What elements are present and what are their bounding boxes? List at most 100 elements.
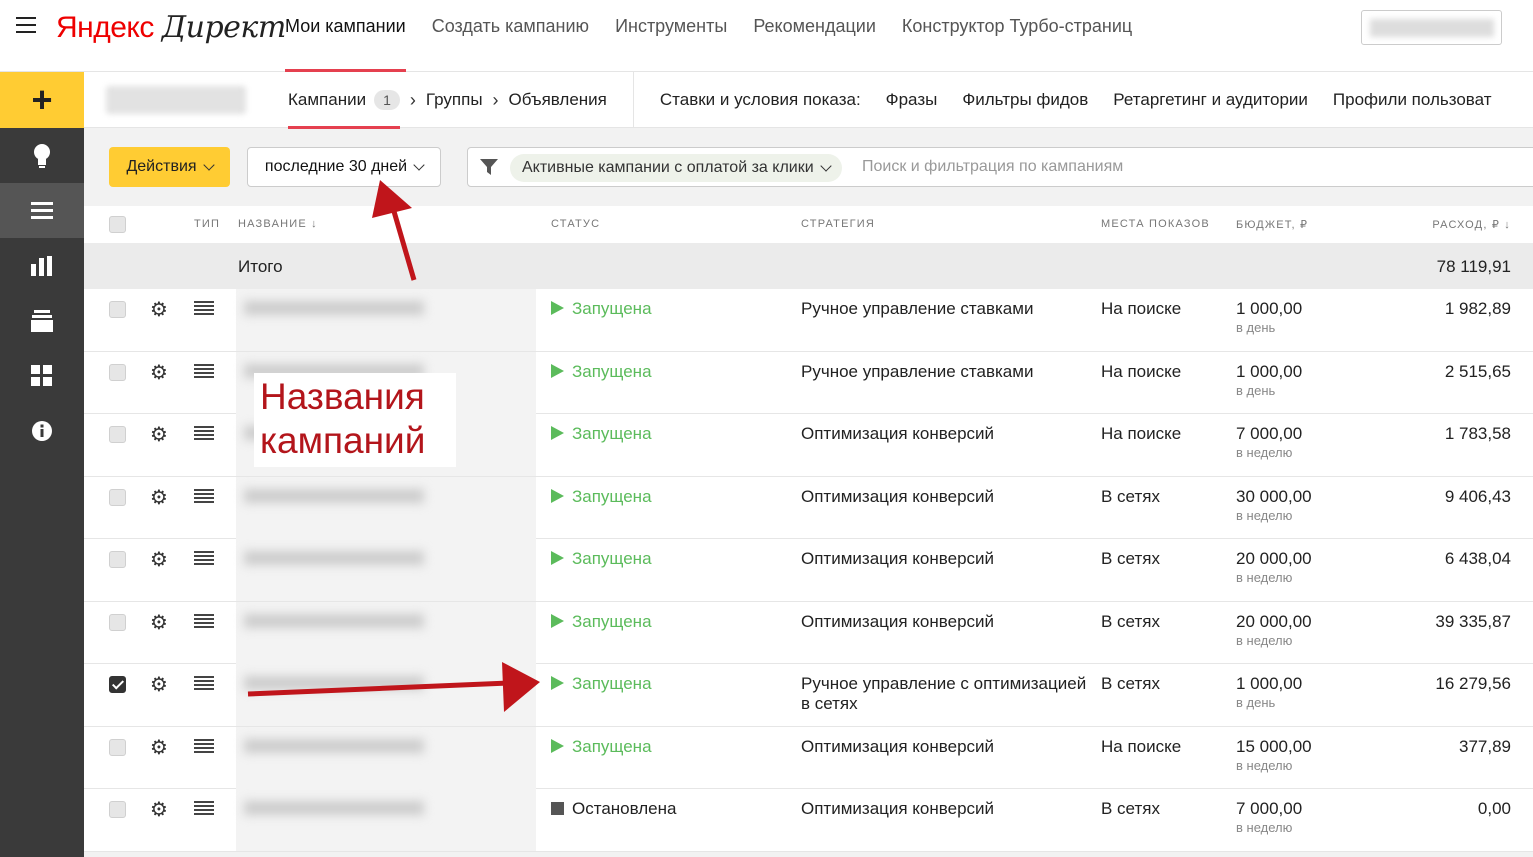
gear-icon[interactable]: ⚙ [150, 675, 168, 695]
text-campaign-icon [194, 426, 214, 442]
tab-user-profiles[interactable]: Профили пользоват [1333, 90, 1492, 110]
filter-chip[interactable]: Активные кампании с оплатой за клики [510, 154, 842, 182]
budget-cell[interactable]: 20 000,00 [1236, 549, 1312, 569]
strategy-cell[interactable]: Оптимизация конверсий [801, 549, 1091, 569]
status-badge[interactable]: Запущена [551, 549, 652, 569]
status-badge[interactable]: Запущена [551, 362, 652, 382]
status-badge[interactable]: Запущена [551, 737, 652, 757]
row-checkbox[interactable] [109, 488, 126, 506]
strategy-cell[interactable]: Оптимизация конверсий [801, 487, 1091, 507]
strategy-cell[interactable]: Оптимизация конверсий [801, 737, 1091, 757]
list-icon[interactable] [0, 183, 84, 238]
account-selector-blurred[interactable] [106, 86, 246, 114]
strategy-cell[interactable]: Ручное управление ставками [801, 362, 1091, 382]
nav-my-campaigns[interactable]: Мои кампании [285, 0, 406, 73]
nav-tools[interactable]: Инструменты [615, 0, 727, 72]
user-name-blurred [1370, 19, 1494, 37]
nav-recommendations[interactable]: Рекомендации [753, 0, 876, 72]
gear-icon[interactable]: ⚙ [150, 550, 168, 570]
strategy-cell[interactable]: Ручное управление с оптимизацией в сетях [801, 674, 1091, 714]
filter-box[interactable]: Активные кампании с оплатой за клики Пои… [467, 147, 1533, 187]
row-checkbox[interactable] [109, 301, 126, 318]
budget-cell[interactable]: 1 000,00 [1236, 674, 1302, 694]
budget-cell[interactable]: 15 000,00 [1236, 737, 1312, 757]
tab-phrases[interactable]: Фразы [886, 90, 938, 110]
row-checkbox[interactable] [109, 613, 126, 631]
tab-feed-filters[interactable]: Фильтры фидов [962, 90, 1088, 110]
period-select[interactable]: последние 30 дней [247, 147, 441, 187]
strategy-cell[interactable]: Оптимизация конверсий [801, 612, 1091, 632]
table-row[interactable]: ⚙ Запущена Оптимизация конверсий В сетях 20 … [84, 601, 1533, 664]
table-row[interactable]: ⚙ Остановлена Оптимизация конверсий В сетях… [84, 789, 1533, 852]
table-row[interactable]: ⚙ Запущена Оптимизация конверсий В сетях 20 … [84, 539, 1533, 602]
tab-groups[interactable]: Группы [426, 90, 483, 110]
info-icon[interactable] [0, 403, 84, 458]
budget-cell[interactable]: 1 000,00 [1236, 299, 1302, 319]
status-badge[interactable]: Запущена [551, 424, 652, 444]
row-checkbox[interactable] [109, 426, 126, 443]
gear-icon[interactable]: ⚙ [150, 300, 168, 320]
strategy-cell[interactable]: Оптимизация конверсий [801, 424, 1091, 444]
status-badge[interactable]: Запущена [551, 612, 652, 632]
search-input[interactable]: Поиск и фильтрация по кампаниям [862, 158, 1123, 176]
logo[interactable]: Яндекс Директ [56, 10, 286, 45]
row-checkbox[interactable] [109, 363, 126, 381]
stop-icon [551, 802, 564, 815]
campaign-name-blurred[interactable] [236, 539, 536, 601]
budget-cell[interactable]: 30 000,00 [1236, 487, 1312, 507]
campaign-name-blurred[interactable] [236, 726, 536, 789]
col-spend[interactable]: РАСХОД, ₽ ↓ [1432, 218, 1511, 231]
gear-icon[interactable]: ⚙ [150, 363, 168, 383]
tab-campaigns[interactable]: Кампании 1 [288, 90, 400, 129]
grid-icon[interactable] [0, 348, 84, 403]
select-all-checkbox[interactable] [109, 216, 126, 233]
places-cell: На поиске [1101, 361, 1182, 381]
menu-icon[interactable] [16, 17, 36, 35]
row-checkbox[interactable] [109, 738, 126, 756]
gear-icon[interactable]: ⚙ [150, 613, 168, 633]
gear-icon[interactable]: ⚙ [150, 488, 168, 508]
table-row[interactable]: ⚙ Запущена Оптимизация конверсий В сетях 30 … [84, 476, 1533, 539]
actions-button[interactable]: Действия [109, 147, 230, 187]
funnel-icon[interactable] [480, 158, 498, 176]
campaign-name-blurred[interactable] [236, 664, 536, 726]
row-checkbox[interactable] [109, 801, 126, 818]
budget-cell[interactable]: 7 000,00 [1236, 424, 1302, 444]
budget-cell[interactable]: 7 000,00 [1236, 799, 1302, 819]
row-checkbox[interactable] [109, 551, 126, 568]
campaign-name-blurred[interactable] [236, 476, 536, 539]
status-badge[interactable]: Запущена [551, 487, 652, 507]
row-checkbox[interactable] [109, 676, 126, 693]
budget-cell[interactable]: 1 000,00 [1236, 362, 1302, 382]
strategy-cell[interactable]: Ручное управление ставками [801, 299, 1091, 319]
table-row[interactable]: ⚙ Запущена Ручное управление с оптимизацие… [84, 664, 1533, 727]
stack-icon[interactable] [0, 293, 84, 348]
gear-icon[interactable]: ⚙ [150, 425, 168, 445]
status-label: Запущена [572, 299, 652, 318]
top-header: Яндекс Директ Мои кампании Создать кампа… [0, 0, 1533, 73]
nav-turbo-builder[interactable]: Конструктор Турбо-страниц [902, 0, 1132, 72]
user-account-box[interactable] [1361, 10, 1502, 45]
status-badge[interactable]: Запущена [551, 674, 652, 694]
gear-icon[interactable]: ⚙ [150, 738, 168, 758]
strategy-cell[interactable]: Оптимизация конверсий [801, 799, 1091, 819]
status-badge[interactable]: Запущена [551, 299, 652, 319]
budget-cell[interactable]: 20 000,00 [1236, 612, 1312, 632]
campaign-name-blurred[interactable] [236, 601, 536, 664]
plus-icon[interactable]: + [0, 72, 84, 128]
spend-cell: 2 515,65 [1444, 361, 1511, 381]
gear-icon[interactable]: ⚙ [150, 800, 168, 820]
col-name[interactable]: НАЗВАНИЕ ↓ [238, 218, 318, 230]
campaign-name-blurred[interactable] [236, 289, 536, 351]
lightbulb-icon[interactable] [0, 128, 84, 183]
spend-cell: 377,89 [1459, 736, 1511, 756]
campaigns-count-badge: 1 [374, 90, 400, 110]
nav-create-campaign[interactable]: Создать кампанию [432, 0, 589, 72]
table-row[interactable]: ⚙ Запущена Оптимизация конверсий На поиске 1… [84, 726, 1533, 789]
tab-ads[interactable]: Объявления [509, 90, 607, 110]
campaign-name-blurred[interactable] [236, 789, 536, 851]
status-badge[interactable]: Остановлена [551, 799, 676, 819]
table-row[interactable]: ⚙ Запущена Ручное управление ставками На по… [84, 289, 1533, 352]
tab-retargeting[interactable]: Ретаргетинг и аудитории [1113, 90, 1308, 110]
bar-chart-icon[interactable] [0, 238, 84, 293]
